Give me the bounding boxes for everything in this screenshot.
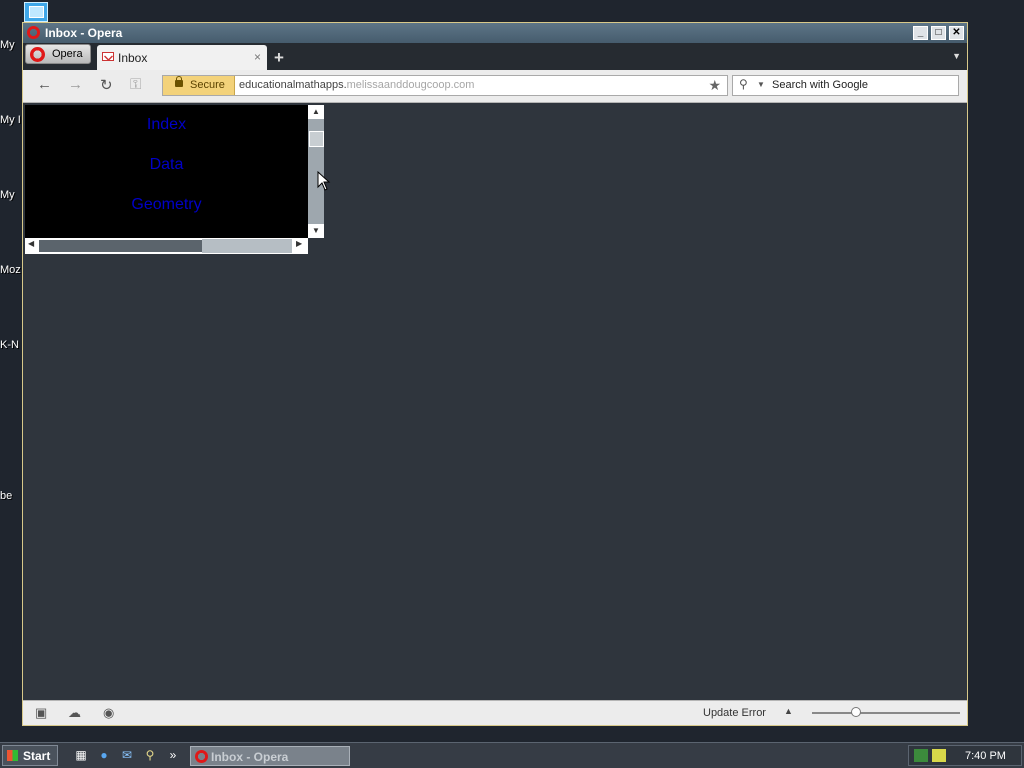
taskbar-task-opera[interactable]: Inbox - Opera [190, 746, 350, 766]
opera-logo-icon [195, 750, 208, 763]
windows-flag-icon [7, 750, 18, 761]
quicklaunch-mail-icon[interactable]: ✉ [119, 748, 135, 764]
url-domain: educationalmathapps. [239, 79, 347, 91]
new-tab-button[interactable]: + [274, 48, 284, 68]
speed-dial-icon[interactable]: ◉ [103, 705, 114, 721]
forward-button[interactable]: → [68, 76, 83, 93]
opera-logo-icon [27, 26, 40, 39]
search-engine-dropdown-icon[interactable]: ▼ [757, 80, 765, 89]
gmail-icon [102, 52, 114, 61]
opera-menu-button[interactable]: Opera [25, 44, 91, 64]
search-icon: ⚲ [739, 77, 748, 91]
back-button[interactable]: ← [37, 76, 52, 93]
lock-icon [175, 76, 183, 87]
cloud-icon[interactable]: ☁ [68, 705, 81, 721]
url-text[interactable]: educationalmathapps.melissaanddougcoop.c… [239, 79, 474, 91]
frame-horizontal-scrollbar[interactable]: ◀ ▶ [25, 238, 308, 254]
desktop-icon-be[interactable]: be [0, 490, 22, 502]
scroll-left-button[interactable]: ◀ [28, 239, 34, 248]
secure-label: Secure [190, 79, 225, 91]
opera-logo-icon [30, 47, 45, 62]
status-bar: ▣ ☁ ◉ Update Error ▲ [23, 700, 967, 725]
browser-window: Inbox - Opera _ □ ✕ Opera Inbox × + ▼ ← … [22, 22, 968, 726]
mouse-cursor-icon [317, 171, 331, 191]
desktop-computer-icon[interactable] [24, 2, 48, 22]
reload-button[interactable]: ↻ [100, 76, 113, 94]
scrollbar-corner [308, 238, 324, 254]
update-error-status[interactable]: Update Error [703, 707, 766, 719]
desktop-icon-my-2[interactable]: My I [0, 114, 22, 126]
taskbar: Start ▦ ● ✉ ⚲ » Inbox - Opera 7:40 PM [0, 742, 1024, 768]
scroll-up-button[interactable]: ▲ [308, 105, 324, 119]
url-rest: melissaanddougcoop.com [346, 79, 475, 91]
update-tray-icon[interactable] [932, 749, 946, 762]
tab-menu-chevron-icon[interactable]: ▼ [952, 51, 961, 61]
scroll-down-button[interactable]: ▼ [308, 224, 324, 238]
title-bar[interactable]: Inbox - Opera _ □ ✕ [23, 23, 967, 43]
desktop-icon-my-3[interactable]: My [0, 189, 22, 201]
status-arrow-up-icon[interactable]: ▲ [784, 706, 793, 716]
clock: 7:40 PM [965, 750, 1006, 762]
maximize-button[interactable]: □ [931, 26, 946, 40]
quicklaunch-more-icon[interactable]: » [165, 748, 181, 764]
vertical-scroll-thumb[interactable] [309, 131, 324, 147]
window-title: Inbox - Opera [45, 26, 123, 40]
desktop-icon-kn[interactable]: K-N [0, 339, 22, 351]
quicklaunch-browser-icon[interactable]: ● [96, 748, 112, 764]
search-placeholder: Search with Google [772, 79, 868, 91]
horizontal-scroll-track[interactable] [39, 240, 202, 252]
embedded-frame: Index Data Geometry [25, 105, 308, 238]
opera-menu-label: Opera [52, 48, 83, 60]
bookmark-star-icon[interactable]: ★ [708, 77, 721, 94]
panel-toggle-icon[interactable]: ▣ [35, 705, 47, 721]
start-button[interactable]: Start [2, 745, 58, 766]
close-tab-icon[interactable]: × [254, 50, 261, 64]
start-label: Start [23, 749, 51, 763]
navigation-bar: ← → ↻ ⚿ Secure educationalmathapps.melis… [23, 70, 967, 103]
system-tray: 7:40 PM [908, 745, 1022, 766]
scroll-right-button[interactable]: ▶ [296, 239, 302, 248]
desktop-icon-my-1[interactable]: My [0, 39, 22, 51]
tab-label: Inbox [118, 51, 148, 65]
tab-strip: Opera Inbox × + ▼ [23, 43, 967, 70]
desktop-icon-moz[interactable]: Moz [0, 264, 22, 276]
address-bar[interactable]: Secure educationalmathapps.melissaanddou… [162, 75, 728, 96]
zoom-slider-knob[interactable] [851, 707, 862, 717]
key-icon[interactable]: ⚿ [130, 76, 141, 93]
link-geometry[interactable]: Geometry [25, 196, 308, 214]
minimize-button[interactable]: _ [913, 26, 928, 40]
link-data[interactable]: Data [25, 156, 308, 174]
quicklaunch-desktop-icon[interactable]: ▦ [73, 748, 89, 764]
secure-badge[interactable]: Secure [163, 76, 235, 95]
zoom-slider[interactable] [812, 707, 960, 717]
quicklaunch-search-icon[interactable]: ⚲ [142, 748, 158, 764]
horizontal-scroll-thumb[interactable] [202, 239, 292, 253]
tab-inbox[interactable]: Inbox × [97, 45, 267, 70]
close-window-button[interactable]: ✕ [949, 26, 964, 40]
network-tray-icon[interactable] [914, 749, 928, 762]
page-content: Index Data Geometry ▲ ▼ ◀ ▶ [23, 103, 967, 701]
link-index[interactable]: Index [25, 116, 308, 134]
search-field[interactable]: ⚲ ▼ Search with Google [732, 75, 959, 96]
task-label: Inbox - Opera [211, 750, 289, 764]
